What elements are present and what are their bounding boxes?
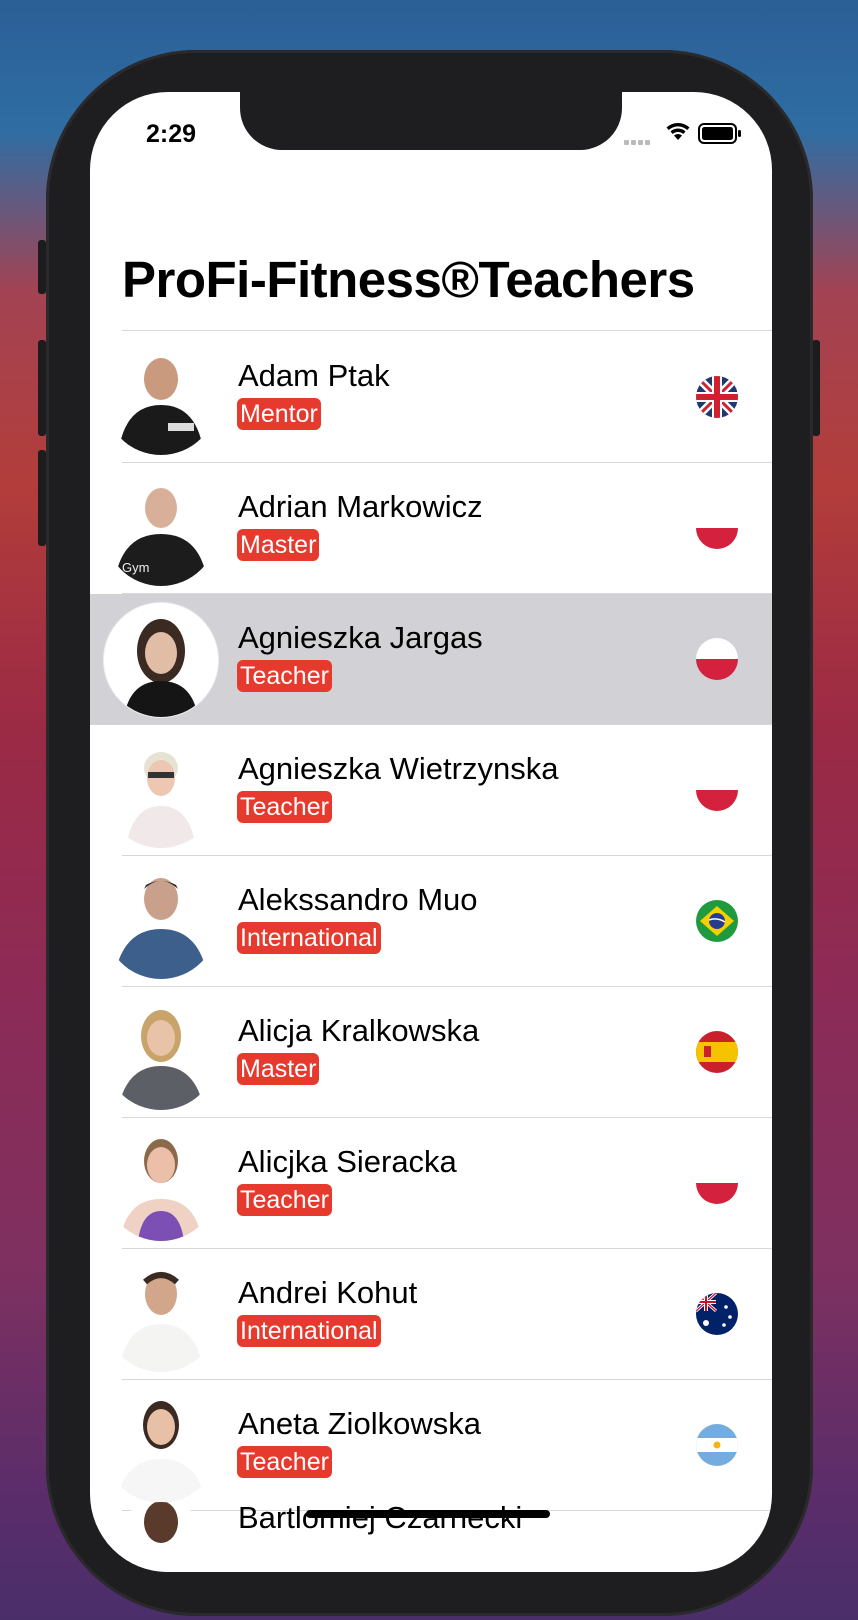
teacher-row[interactable]: Agnieszka Wietrzynska Teacher [90,725,772,856]
teacher-name: Agnieszka Jargas [238,620,483,655]
poland-flag-icon [696,638,738,680]
uk-flag-icon [696,376,738,418]
teacher-avatar [104,341,218,455]
teacher-avatar [104,996,218,1110]
status-icons [624,120,744,146]
teacher-name: Adam Ptak [238,358,390,393]
level-badge: Teacher [237,1446,332,1478]
cellular-signal-icon [624,132,652,150]
teacher-avatar [104,1127,218,1241]
teacher-avatar: Gym [104,472,218,586]
silent-switch [38,240,46,294]
teacher-avatar [104,865,218,979]
teacher-row[interactable]: Aneta Ziolkowska Teacher [90,1380,772,1511]
teacher-name: Aneta Ziolkowska [238,1406,481,1441]
volume-up-button [38,340,46,436]
teacher-avatar [104,603,218,717]
teacher-name: Alicja Kralkowska [238,1013,480,1048]
title-divider [122,330,772,331]
level-badge: Teacher [237,791,332,823]
teacher-row[interactable]: Andrei Kohut International [90,1249,772,1380]
power-button [812,340,820,436]
level-badge: Teacher [237,660,332,692]
teacher-name: Andrei Kohut [238,1275,418,1310]
level-badge: Teacher [237,1184,332,1216]
poland-flag-icon [696,769,738,811]
poland-flag-icon [696,1162,738,1204]
level-badge: Mentor [237,398,321,430]
teacher-row[interactable]: Adam Ptak Mentor [90,332,772,463]
teacher-name: Agnieszka Wietrzynska [238,751,559,786]
teacher-avatar-partial [104,1502,218,1572]
level-badge: International [237,1315,381,1347]
svg-text:Gym: Gym [122,560,149,575]
teacher-avatar [104,1389,218,1503]
teacher-avatar [104,734,218,848]
volume-down-button [38,450,46,546]
status-time: 2:29 [146,120,197,148]
teacher-list[interactable]: Adam Ptak Mentor Gym Adrian Markowicz Ma… [90,332,772,1511]
teacher-row[interactable]: Alicjka Sieracka Teacher [90,1118,772,1249]
wifi-icon [666,123,690,140]
teacher-row[interactable]: Alekssandro Muo International [90,856,772,987]
teacher-name: Adrian Markowicz [238,489,483,524]
teacher-row-selected[interactable]: Agnieszka Jargas Teacher [90,594,772,725]
australia-flag-icon [696,1293,738,1335]
teacher-name: Alicjka Sieracka [238,1144,457,1179]
level-badge: Master [237,1053,320,1085]
device-notch [240,92,622,150]
teacher-avatar [104,1258,218,1372]
teacher-row[interactable]: Gym Adrian Markowicz Master [90,463,772,594]
teacher-name-partial: Bartlomiej Czarnecki [238,1500,522,1535]
app-screen: 2:29 ProFi-Fitness®Teachers Adam Ptak Me… [90,92,772,1572]
page-title: ProFi-Fitness®Teachers [122,251,695,308]
battery-icon [698,123,741,144]
poland-flag-icon [696,507,738,549]
teacher-row[interactable]: Alicja Kralkowska Master [90,987,772,1118]
level-badge: Master [237,529,320,561]
argentina-flag-icon [696,1424,738,1466]
level-badge: International [237,922,381,954]
spain-flag-icon [696,1031,738,1073]
home-indicator[interactable] [306,1510,550,1518]
teacher-name: Alekssandro Muo [238,882,478,917]
brazil-flag-icon [696,900,738,942]
